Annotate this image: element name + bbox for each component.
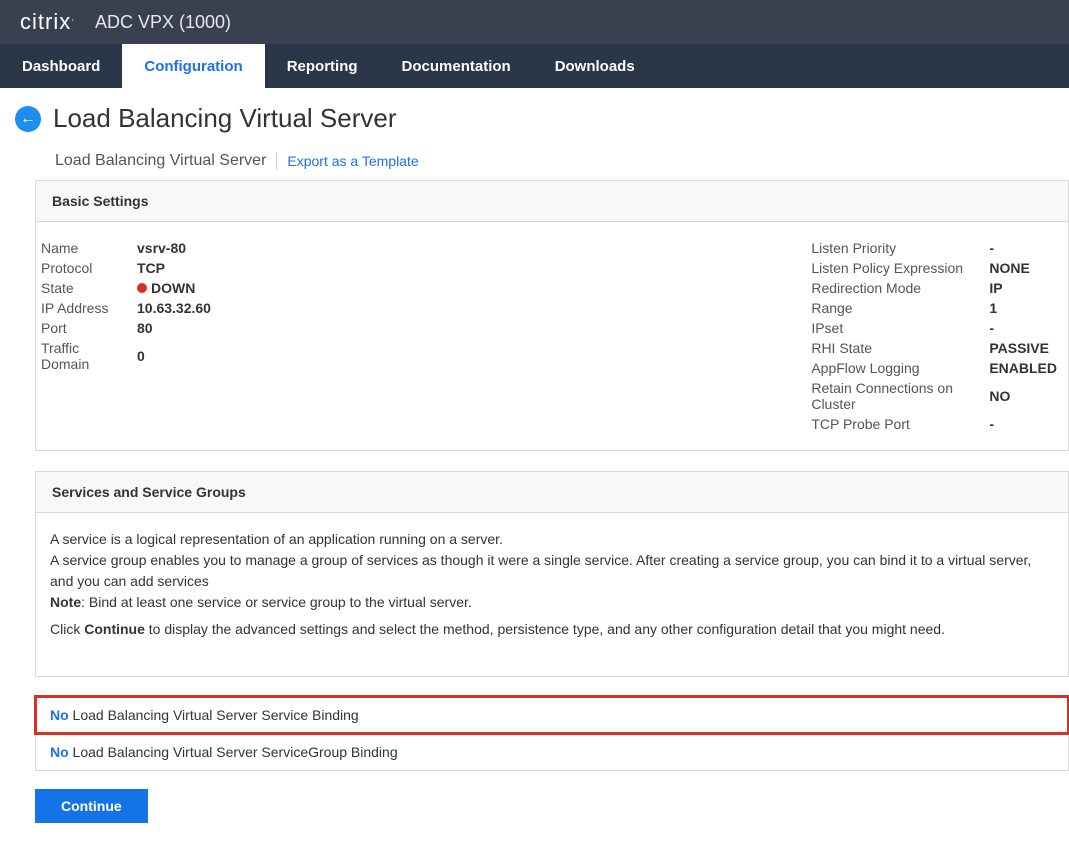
- setting-row: IP Address10.63.32.60: [41, 298, 217, 318]
- setting-value: NONE: [985, 258, 1063, 278]
- setting-row: IPset-: [805, 318, 1063, 338]
- click-prefix: Click: [50, 621, 84, 637]
- services-panel: Services and Service Groups A service is…: [35, 471, 1069, 677]
- setting-row: Listen Priority-: [805, 238, 1063, 258]
- nav-reporting[interactable]: Reporting: [265, 44, 380, 88]
- page-header: ← Load Balancing Virtual Server: [15, 103, 1069, 134]
- setting-value: -: [985, 414, 1063, 434]
- setting-label: AppFlow Logging: [805, 358, 985, 378]
- setting-label: RHI State: [805, 338, 985, 358]
- setting-row: Namevsrv-80: [41, 238, 217, 258]
- binding-no-label: No: [50, 707, 69, 723]
- setting-value: 1: [985, 298, 1063, 318]
- setting-value: PASSIVE: [985, 338, 1063, 358]
- setting-label: TCP Probe Port: [805, 414, 985, 434]
- product-title: ADC VPX (1000): [95, 12, 231, 33]
- basic-settings-header: Basic Settings: [36, 181, 1068, 222]
- setting-label: Retain Connections on Cluster: [805, 378, 985, 414]
- binding-text: Load Balancing Virtual Server Service Bi…: [69, 707, 359, 723]
- click-suffix: to display the advanced settings and sel…: [145, 621, 945, 637]
- setting-row: State DOWN: [41, 278, 217, 298]
- logo-dot-icon: .: [71, 13, 75, 24]
- setting-value: 80: [137, 318, 217, 338]
- setting-label: Redirection Mode: [805, 278, 985, 298]
- setting-label: Listen Priority: [805, 238, 985, 258]
- status-down-icon: [137, 283, 147, 293]
- setting-value: TCP: [137, 258, 217, 278]
- setting-row: Listen Policy ExpressionNONE: [805, 258, 1063, 278]
- setting-label: Range: [805, 298, 985, 318]
- nav-dashboard[interactable]: Dashboard: [0, 44, 122, 88]
- setting-value: -: [985, 318, 1063, 338]
- setting-row: AppFlow LoggingENABLED: [805, 358, 1063, 378]
- back-arrow-icon[interactable]: ←: [15, 106, 41, 132]
- setting-label: Traffic Domain: [41, 338, 137, 374]
- setting-row: Range1: [805, 298, 1063, 318]
- setting-label: Listen Policy Expression: [805, 258, 985, 278]
- setting-label: State: [41, 278, 137, 298]
- service-binding-row[interactable]: No Load Balancing Virtual Server Service…: [35, 696, 1069, 734]
- services-header: Services and Service Groups: [36, 472, 1068, 513]
- setting-value: -: [985, 238, 1063, 258]
- breadcrumb-row: Load Balancing Virtual Server Export as …: [55, 152, 1069, 170]
- breadcrumb: Load Balancing Virtual Server: [55, 152, 266, 170]
- page-title: Load Balancing Virtual Server: [53, 103, 397, 134]
- topbar: citrix. ADC VPX (1000): [0, 0, 1069, 44]
- citrix-logo: citrix.: [20, 9, 75, 35]
- logo-text: citrix: [20, 9, 71, 34]
- breadcrumb-separator: [276, 152, 277, 170]
- setting-value: IP: [985, 278, 1063, 298]
- setting-value: ENABLED: [985, 358, 1063, 378]
- setting-value: vsrv-80: [137, 238, 217, 258]
- settings-left-col: Namevsrv-80 ProtocolTCP State DOWN IP Add…: [41, 238, 217, 434]
- setting-row: Redirection ModeIP: [805, 278, 1063, 298]
- state-value: DOWN: [151, 280, 195, 296]
- setting-value: DOWN: [137, 278, 217, 298]
- servicegroup-binding-row[interactable]: No Load Balancing Virtual Server Service…: [35, 733, 1069, 771]
- basic-settings-panel: Basic Settings Namevsrv-80 ProtocolTCP S…: [35, 180, 1069, 451]
- page-content: ← Load Balancing Virtual Server Load Bal…: [0, 88, 1069, 853]
- note-text: : Bind at least one service or service g…: [81, 594, 472, 610]
- setting-label: Protocol: [41, 258, 137, 278]
- binding-no-label: No: [50, 744, 69, 760]
- nav-documentation[interactable]: Documentation: [380, 44, 533, 88]
- click-bold: Continue: [84, 621, 145, 637]
- export-template-link[interactable]: Export as a Template: [287, 153, 418, 169]
- setting-row: Retain Connections on ClusterNO: [805, 378, 1063, 414]
- setting-row: Port80: [41, 318, 217, 338]
- setting-label: IP Address: [41, 298, 137, 318]
- setting-row: RHI StatePASSIVE: [805, 338, 1063, 358]
- setting-value: 0: [137, 338, 217, 374]
- setting-value: 10.63.32.60: [137, 298, 217, 318]
- setting-value: NO: [985, 378, 1063, 414]
- services-description: A service is a logical representation of…: [50, 529, 1054, 640]
- desc-line2: A service group enables you to manage a …: [50, 552, 1031, 589]
- setting-row: TCP Probe Port-: [805, 414, 1063, 434]
- settings-right-col: Listen Priority- Listen Policy Expressio…: [805, 238, 1063, 434]
- nav-configuration[interactable]: Configuration: [122, 44, 264, 88]
- setting-label: IPset: [805, 318, 985, 338]
- desc-line1: A service is a logical representation of…: [50, 531, 503, 547]
- setting-row: Traffic Domain0: [41, 338, 217, 374]
- continue-button[interactable]: Continue: [35, 789, 148, 823]
- setting-row: ProtocolTCP: [41, 258, 217, 278]
- note-label: Note: [50, 594, 81, 610]
- navbar: Dashboard Configuration Reporting Docume…: [0, 44, 1069, 88]
- setting-label: Name: [41, 238, 137, 258]
- setting-label: Port: [41, 318, 137, 338]
- nav-downloads[interactable]: Downloads: [533, 44, 657, 88]
- binding-text: Load Balancing Virtual Server ServiceGro…: [69, 744, 398, 760]
